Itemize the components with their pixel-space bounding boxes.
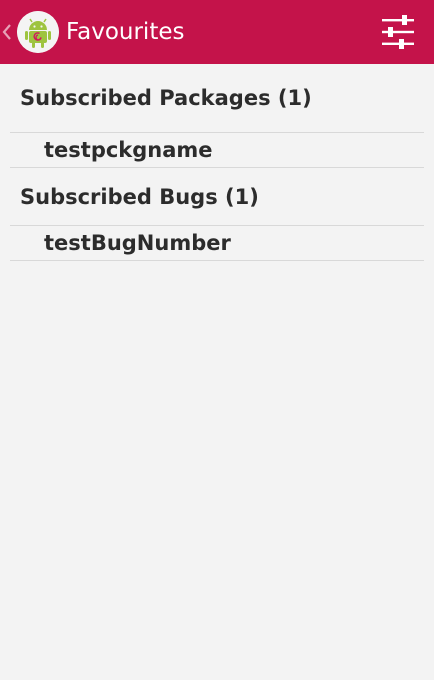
section-header-packages[interactable]: Subscribed Packages (1) — [0, 64, 434, 132]
up-navigation-button[interactable]: Favourites — [0, 0, 184, 64]
chevron-left-icon — [2, 22, 16, 42]
divider — [10, 260, 424, 261]
favourites-list: Subscribed Packages (1) testpckgname Sub… — [0, 64, 434, 680]
sliders-icon[interactable] — [380, 14, 416, 50]
page-title: Favourites — [66, 19, 185, 45]
list-item[interactable]: testBugNumber — [0, 226, 434, 260]
list-item[interactable]: testpckgname — [0, 133, 434, 167]
app-logo-icon — [17, 11, 59, 53]
action-bar: Favourites — [0, 0, 434, 64]
section-header-bugs[interactable]: Subscribed Bugs (1) — [0, 168, 434, 225]
